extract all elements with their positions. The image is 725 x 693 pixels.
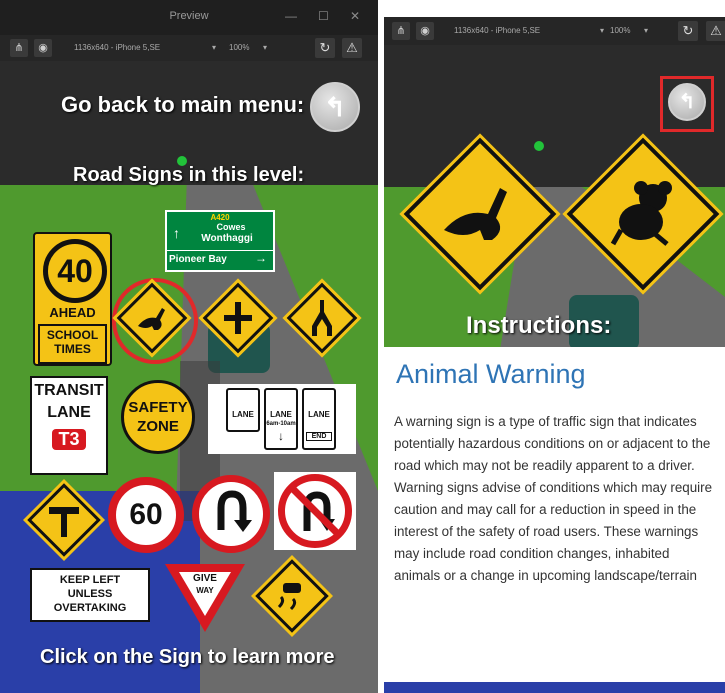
- safety-zone-sign[interactable]: SAFETY ZONE: [121, 380, 195, 454]
- keep-left-sign[interactable]: KEEP LEFT UNLESS OVERTAKING: [30, 568, 150, 622]
- arrow-down-icon: ↓: [278, 429, 284, 443]
- bus-lane-signs[interactable]: LANE LANE 6am-10am ↓ LANE END: [208, 384, 356, 454]
- slippery-car-icon: [277, 583, 301, 611]
- back-button[interactable]: ↰: [310, 82, 360, 132]
- t3-label: T3: [52, 429, 86, 450]
- lane-3-label: LANE: [308, 410, 330, 419]
- divided-road-icon: [312, 300, 332, 336]
- minimize-icon[interactable]: —: [285, 9, 297, 23]
- refresh-icon[interactable]: ↻: [678, 21, 698, 41]
- keep-left-label: KEEP LEFT: [59, 574, 121, 586]
- overtaking-label: OVERTAKING: [53, 602, 127, 614]
- instruction-body: A warning sign is a type of traffic sign…: [394, 414, 713, 583]
- back-menu-label: Go back to main menu:: [61, 92, 305, 117]
- device-select[interactable]: 1136x640 - iPhone 5,SE ▾: [454, 23, 606, 39]
- guide-pioneer-bay: Pioneer Bay: [169, 254, 227, 265]
- preview-toolbar: ⋔ ◉ 1136x640 - iPhone 5,SE ▾ 100% ▾ ↻ ⚠: [0, 35, 378, 61]
- preview-window-left: Preview — ☐ ✕ ⋔ ◉ 1136x640 - iPhone 5,SE…: [0, 0, 378, 693]
- lane-label: LANE: [47, 404, 91, 421]
- chevron-down-icon: ▾: [643, 26, 648, 35]
- zone-label: ZONE: [137, 418, 179, 435]
- bus-lane-panel-3: LANE END: [302, 388, 336, 450]
- no-u-turn-icon: [290, 486, 340, 536]
- camera-icon[interactable]: ◉: [34, 39, 52, 57]
- maximize-icon[interactable]: ☐: [318, 9, 329, 23]
- preview-toolbar-right: ⋔ ◉ 1136x640 - iPhone 5,SE ▾ 100% ▾ ↻ ⚠: [384, 17, 725, 45]
- footer-instruction: Click on the Sign to learn more: [40, 646, 335, 668]
- chevron-down-icon: ▾: [599, 26, 604, 35]
- kangaroo-icon: [138, 308, 165, 330]
- camera-icon[interactable]: ◉: [416, 22, 434, 40]
- u-turn-icon: [217, 490, 252, 532]
- instructions-panel: Animal Warning A warning sign is a type …: [384, 347, 725, 682]
- hierarchy-icon[interactable]: ⋔: [392, 22, 410, 40]
- guide-wonthaggi: Wonthaggi: [201, 233, 253, 244]
- zoom-select-value: 100%: [610, 26, 631, 35]
- speed-40-value: 40: [43, 239, 107, 303]
- way-label: WAY: [196, 586, 214, 595]
- u-turn-sign[interactable]: [192, 475, 270, 553]
- road-signs-heading: Road Signs in this level:: [73, 164, 305, 186]
- kangaroo-icon: [444, 188, 507, 240]
- transit-lane-sign[interactable]: TRANSIT LANE T3: [30, 376, 108, 475]
- close-icon[interactable]: ✕: [350, 9, 360, 23]
- end-label: END: [306, 432, 332, 441]
- guide-cowes: Cowes: [216, 222, 246, 232]
- school-times-plate: SCHOOL TIMES: [38, 324, 107, 364]
- guide-sign[interactable]: A420 Cowes Wonthaggi ↑ Pioneer Bay →: [165, 210, 275, 272]
- lane-2-label: LANE: [270, 410, 292, 419]
- preview-window-right: ⋔ ◉ 1136x640 - iPhone 5,SE ▾ 100% ▾ ↻ ⚠ ↰ …: [384, 0, 725, 693]
- zoom-select[interactable]: 100% ▾: [610, 23, 648, 39]
- lane-1-label: LANE: [232, 410, 254, 419]
- transit-label: TRANSIT: [34, 382, 104, 399]
- device-select-value: 1136x640 - iPhone 5,SE: [454, 26, 541, 35]
- arrow-right-icon: →: [255, 251, 267, 265]
- lane-2-time: 6am-10am: [266, 421, 296, 427]
- back-button[interactable]: ↰: [668, 83, 706, 121]
- school-times-label: SCHOOL TIMES: [46, 328, 99, 356]
- ahead-label: AHEAD: [49, 305, 96, 320]
- arrow-up-icon: ↑: [173, 225, 180, 241]
- instructions-heading: Instructions:: [466, 312, 612, 339]
- warning-icon[interactable]: ⚠: [342, 38, 362, 58]
- device-select[interactable]: 1136x640 - iPhone 5,SE ▾: [74, 40, 218, 56]
- speed-40-ahead-sign[interactable]: 40 AHEAD SCHOOL TIMES: [33, 232, 112, 366]
- zoom-select[interactable]: 100% ▾: [229, 40, 267, 56]
- warning-icon[interactable]: ⚠: [706, 21, 725, 41]
- speed-limit-60-sign[interactable]: 60: [108, 477, 184, 553]
- traffic-light-icon: [534, 141, 544, 151]
- safety-label: SAFETY: [128, 399, 188, 416]
- t-junction-icon: [49, 507, 79, 537]
- top-gap: [384, 0, 725, 17]
- chevron-down-icon: ▾: [262, 43, 267, 52]
- back-arrow-icon: ↰: [678, 91, 696, 113]
- back-arrow-icon: ↰: [324, 92, 346, 122]
- guide-route-number: A420: [210, 213, 230, 222]
- hierarchy-icon[interactable]: ⋔: [10, 39, 28, 57]
- no-u-turn-ring: [278, 474, 352, 548]
- bus-lane-panel-2: LANE 6am-10am ↓: [264, 388, 298, 450]
- window-titlebar: Preview — ☐ ✕: [0, 0, 378, 35]
- chevron-down-icon: ▾: [211, 43, 216, 52]
- zoom-select-value: 100%: [229, 43, 250, 52]
- device-select-value: 1136x640 - iPhone 5,SE: [74, 43, 161, 52]
- refresh-icon[interactable]: ↻: [315, 38, 335, 58]
- instruction-title: Animal Warning: [396, 359, 586, 389]
- unless-label: UNLESS: [67, 588, 113, 600]
- water-strip: [384, 682, 725, 693]
- give-label: GIVE: [193, 573, 217, 584]
- koala-icon: [610, 181, 672, 246]
- bus-lane-panel-1: LANE: [226, 388, 260, 432]
- crossroad-icon: [224, 302, 252, 334]
- no-u-turn-sign[interactable]: [274, 472, 356, 550]
